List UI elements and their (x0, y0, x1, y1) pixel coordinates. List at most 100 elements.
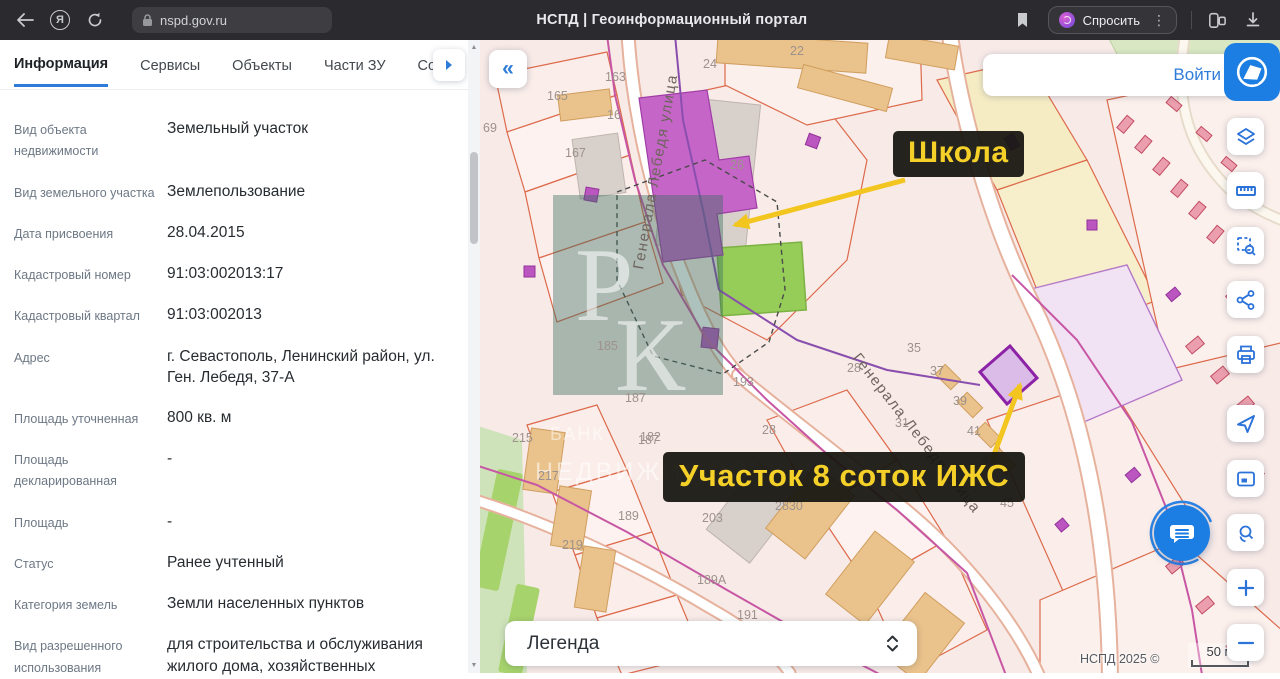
alice-ai-icon (1059, 12, 1075, 28)
print-icon (1234, 343, 1258, 367)
tab-objects[interactable]: Объекты (232, 44, 292, 86)
field-row: Площадь декларированная- (14, 448, 454, 493)
field-value: - (166, 448, 172, 493)
field-label: Категория земель (14, 593, 166, 616)
ruler-icon (1234, 179, 1258, 203)
ask-label: Спросить (1083, 13, 1140, 28)
zoom-out-button[interactable] (1227, 624, 1264, 661)
field-row: Площадь уточненная800 кв. м (14, 407, 454, 430)
measure-button[interactable] (1227, 172, 1264, 209)
nspd-logo-icon (1233, 53, 1271, 91)
chat-icon (1167, 518, 1197, 548)
svg-text:28: 28 (762, 423, 776, 437)
field-value: для строительства и обслуживания жилого … (166, 634, 454, 679)
svg-text:185: 185 (597, 339, 618, 353)
field-value: Землепользование (166, 181, 305, 204)
svg-text:16: 16 (607, 108, 621, 122)
field-label: Кадастровый квартал (14, 304, 166, 327)
reload-glyph-icon (87, 12, 103, 28)
tab-information[interactable]: Информация (14, 42, 108, 87)
download-icon[interactable] (1242, 9, 1264, 31)
scroll-down-icon[interactable]: ▼ (468, 659, 480, 672)
chat-button[interactable] (1154, 505, 1210, 561)
nspd-logo[interactable] (1224, 43, 1280, 101)
chevron-right-icon (444, 59, 454, 71)
tabs-glyph-icon (1207, 11, 1227, 29)
svg-text:37: 37 (930, 364, 944, 378)
layers-button[interactable] (1227, 118, 1264, 155)
geolocation-button[interactable] (1227, 405, 1264, 442)
share-button[interactable] (1227, 281, 1264, 318)
zoom-in-button[interactable] (1227, 569, 1264, 606)
reload-icon[interactable] (84, 9, 106, 31)
back-icon[interactable] (14, 9, 36, 31)
field-row: Кадастровый номер91:03:002013:17 (14, 263, 454, 286)
svg-text:26: 26 (730, 158, 744, 172)
share-icon (1234, 288, 1258, 312)
tab-parcel-parts[interactable]: Части ЗУ (324, 44, 386, 86)
overview-map-button[interactable] (1227, 460, 1264, 497)
ask-menu-icon[interactable]: ⋮ (1148, 12, 1166, 29)
field-value: 91:03:002013 (166, 304, 262, 327)
svg-text:193: 193 (733, 375, 754, 389)
field-label: Кадастровый номер (14, 263, 166, 286)
zoom-out-icon (1234, 631, 1258, 655)
field-value: 28.04.2015 (166, 222, 245, 245)
toolbar-divider (1191, 11, 1192, 29)
download-glyph-icon (1245, 12, 1261, 28)
field-value: Земельный участок (166, 118, 308, 163)
chat-widget[interactable] (1148, 499, 1216, 567)
field-label: Вид разрешенного использования (14, 634, 166, 679)
map-attribution: НСПД 2025 © (1080, 652, 1159, 666)
svg-text:189: 189 (618, 509, 639, 523)
area-search-icon (1234, 234, 1258, 258)
field-value: 91:03:002013:17 (166, 263, 283, 286)
field-row: Кадастровый квартал91:03:002013 (14, 304, 454, 327)
bookmark-icon[interactable] (1012, 9, 1034, 31)
svg-text:217: 217 (538, 469, 559, 483)
field-label: Вид земельного участка (14, 181, 166, 204)
svg-text:35: 35 (907, 341, 921, 355)
svg-text:22: 22 (790, 44, 804, 58)
svg-text:182: 182 (640, 430, 661, 444)
map-search-icon (1234, 521, 1258, 545)
svg-text:187: 187 (625, 391, 646, 405)
scroll-up-icon[interactable]: ▲ (468, 41, 480, 54)
field-row: Вид разрешенного использованиядля строит… (14, 634, 454, 679)
svg-text:203: 203 (702, 511, 723, 525)
lock-icon (142, 14, 153, 27)
collapse-panel-button[interactable]: « (489, 50, 527, 88)
svg-text:167: 167 (565, 146, 586, 160)
url-text: nspd.gov.ru (160, 13, 227, 28)
school-annotation: Школа (893, 131, 1024, 177)
watermark-text: БАНК (550, 424, 605, 444)
scrollbar-thumb[interactable] (470, 152, 478, 244)
tabs-panel-icon[interactable] (1206, 9, 1228, 31)
map-canvas[interactable]: Р К БАНК НЕДВИЖИМОСТИ Генерала Лебедя ул… (480, 40, 1280, 673)
field-label: Дата присвоения (14, 222, 166, 245)
field-value: 800 кв. м (166, 407, 231, 430)
svg-text:41: 41 (967, 424, 981, 438)
field-row: Вид земельного участкаЗемлепользование (14, 181, 454, 204)
ask-ai-button[interactable]: Спросить ⋮ (1048, 6, 1177, 34)
attributes-list: Вид объекта недвижимостиЗемельный участо… (0, 90, 468, 679)
browser-toolbar: Я nspd.gov.ru НСПД | Геоинформационный п… (0, 0, 1280, 40)
svg-text:189А: 189А (697, 573, 727, 587)
search-bar[interactable]: Войти (983, 54, 1235, 96)
svg-text:69: 69 (483, 121, 497, 135)
svg-text:165: 165 (547, 89, 568, 103)
object-info-panel: Информация Сервисы Объекты Части ЗУ Сост… (0, 40, 480, 673)
address-bar[interactable]: nspd.gov.ru (132, 7, 332, 33)
panel-scrollbar[interactable]: ▲ ▼ (468, 40, 480, 673)
yandex-icon[interactable]: Я (50, 10, 70, 30)
map-search-button[interactable] (1227, 514, 1264, 551)
field-row: Площадь- (14, 511, 454, 534)
svg-text:39: 39 (953, 394, 967, 408)
tabs-scroll-right-button[interactable] (433, 49, 465, 81)
area-search-button[interactable] (1227, 227, 1264, 264)
print-button[interactable] (1227, 336, 1264, 373)
panel-tabs: Информация Сервисы Объекты Части ЗУ Сост… (0, 40, 468, 90)
legend-toggle[interactable]: Легенда (505, 621, 917, 666)
legend-label: Легенда (527, 633, 599, 655)
tab-services[interactable]: Сервисы (140, 44, 200, 86)
